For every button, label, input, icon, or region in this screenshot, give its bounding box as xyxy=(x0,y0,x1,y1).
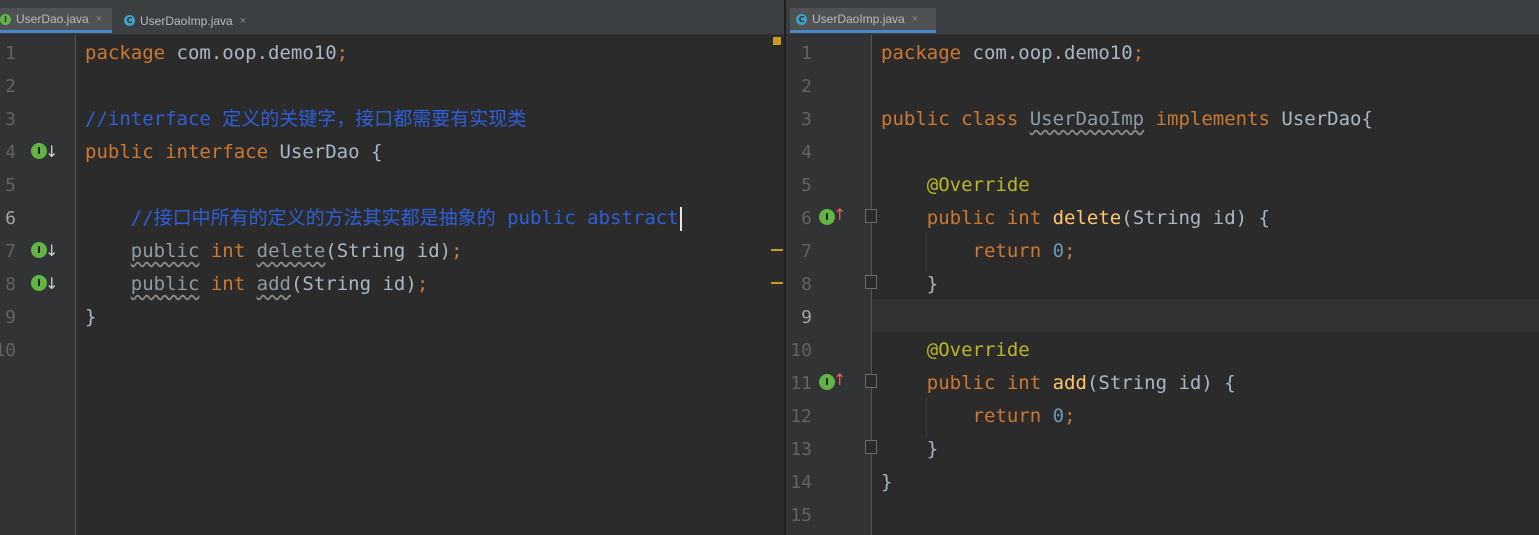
left-code-area[interactable]: package com.oop.demo10; //interface 定义的关… xyxy=(76,35,784,535)
arrow-down-icon: ↓ xyxy=(45,274,59,293)
code-line: } xyxy=(881,273,939,295)
text-caret xyxy=(679,206,682,231)
tab-label: UserDaoImp.java xyxy=(812,12,905,26)
left-tab-bar: I UserDao.java × C UserDaoImp.java × xyxy=(0,0,784,35)
left-editor-pane: I UserDao.java × C UserDaoImp.java × 1 2… xyxy=(0,0,784,535)
tab-userdaoimp-java[interactable]: C UserDaoImp.java × xyxy=(790,8,936,33)
line-number: 1 xyxy=(801,43,812,64)
line-number: 3 xyxy=(5,109,16,130)
arrow-down-icon: ↓ xyxy=(45,142,59,161)
code-line: return 0; xyxy=(972,405,1076,427)
line-number: 13 xyxy=(790,439,812,460)
line-number: 8 xyxy=(801,274,812,295)
class-file-icon: C xyxy=(796,13,807,25)
line-number: 1 xyxy=(5,43,16,64)
code-line: } xyxy=(881,471,893,493)
current-line-highlight xyxy=(872,299,1539,332)
line-number: 5 xyxy=(801,175,812,196)
code-line: public int delete(String id); xyxy=(130,240,463,262)
code-annotation: @Override xyxy=(881,174,1030,196)
warning-stripe-marker[interactable] xyxy=(773,37,781,45)
close-tab-icon[interactable]: × xyxy=(96,13,102,25)
code-comment: //接口中所有的定义的方法其实都是抽象的 public abstract xyxy=(76,202,784,235)
arrow-up-icon: ↑ xyxy=(833,205,847,224)
right-gutter[interactable]: 1 2 3 4 5 6 7 8 9 10 11 12 13 14 15 I ↑ … xyxy=(786,35,877,535)
code-annotation: @Override xyxy=(881,339,1030,361)
line-number: 15 xyxy=(790,505,812,526)
tab-label: UserDaoImp.java xyxy=(140,13,233,28)
code-line: public class UserDaoImp implements UserD… xyxy=(881,108,1373,130)
line-number: 9 xyxy=(801,307,812,328)
line-number: 6 xyxy=(5,208,16,229)
code-line: public int add(String id) { xyxy=(926,372,1236,394)
code-line: package com.oop.demo10; xyxy=(85,42,349,64)
line-number: 4 xyxy=(5,142,16,163)
code-line: } xyxy=(881,438,939,460)
line-number: 3 xyxy=(801,109,812,130)
line-number: 9 xyxy=(5,307,16,328)
line-number: 11 xyxy=(790,373,812,394)
current-line-comment: //接口中所有的定义的方法其实都是抽象的 public abstract xyxy=(85,207,679,229)
line-number: 10 xyxy=(0,340,16,361)
warning-stripe-marker[interactable] xyxy=(771,282,783,284)
close-tab-icon[interactable]: × xyxy=(912,13,918,25)
tab-userdao-java[interactable]: I UserDao.java × xyxy=(0,8,112,33)
code-line: package com.oop.demo10; xyxy=(881,42,1145,64)
interface-file-icon: I xyxy=(0,13,11,25)
code-line: } xyxy=(85,306,97,328)
line-number: 2 xyxy=(5,76,16,97)
right-tab-bar: C UserDaoImp.java × xyxy=(786,0,1539,35)
code-line: public int delete(String id) { xyxy=(926,207,1270,229)
tab-label: UserDao.java xyxy=(16,12,89,26)
code-line: return 0; xyxy=(972,240,1076,262)
right-editor-pane: C UserDaoImp.java × 1 2 3 4 5 6 7 8 9 10… xyxy=(786,0,1539,535)
left-gutter[interactable]: 1 2 3 4 5 6 7 8 9 10 I ↓ I ↓ I ↓ xyxy=(0,35,76,535)
line-number: 2 xyxy=(801,76,812,97)
warning-stripe-marker[interactable] xyxy=(771,249,783,251)
line-number: 7 xyxy=(801,241,812,262)
arrow-down-icon: ↓ xyxy=(45,241,59,260)
code-comment: //interface 定义的关键字，接口都需要有实现类 xyxy=(85,108,527,130)
right-code-area[interactable]: package com.oop.demo10; public class Use… xyxy=(872,35,1539,535)
line-number: 4 xyxy=(801,142,812,163)
code-line: public interface UserDao { xyxy=(85,141,383,163)
tab-userdaoimp-java[interactable]: C UserDaoImp.java × xyxy=(118,8,260,33)
code-line: public int add(String id); xyxy=(130,273,429,295)
line-number: 5 xyxy=(5,175,16,196)
class-file-icon: C xyxy=(124,15,135,26)
close-tab-icon[interactable]: × xyxy=(240,15,246,27)
arrow-up-icon: ↑ xyxy=(833,370,847,389)
line-number: 8 xyxy=(5,274,16,295)
line-number: 12 xyxy=(790,406,812,427)
line-number: 6 xyxy=(801,208,812,229)
line-number: 7 xyxy=(5,241,16,262)
line-number: 10 xyxy=(790,340,812,361)
line-number: 14 xyxy=(790,472,812,493)
